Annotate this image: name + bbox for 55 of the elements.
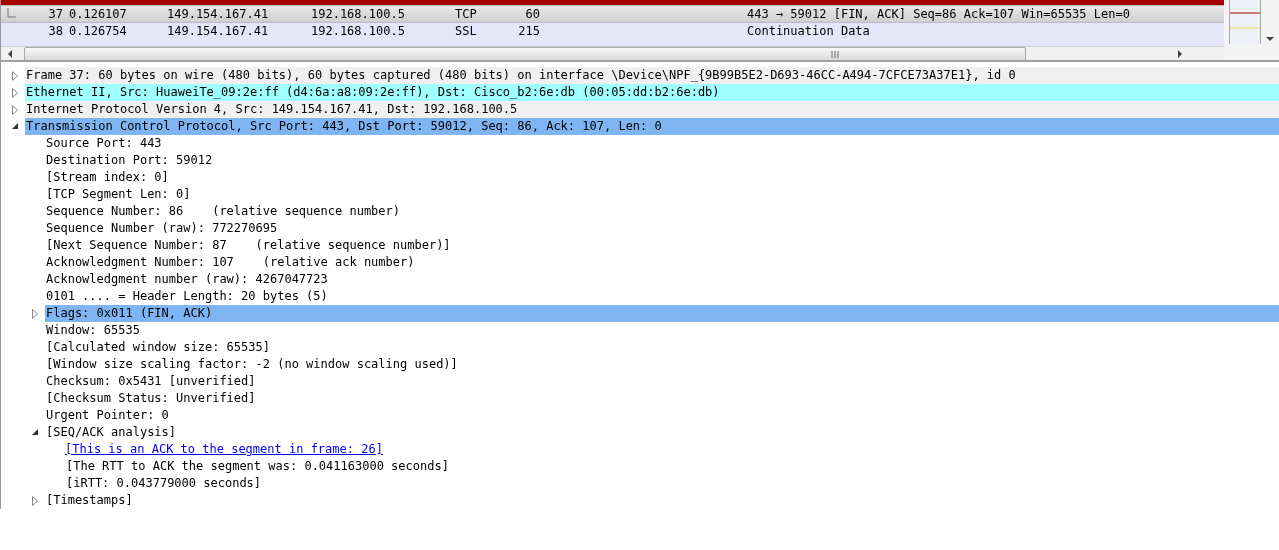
expand-triangle-icon[interactable] [32, 495, 38, 506]
detail-row[interactable]: Window: 65535 [45, 322, 1279, 339]
detail-row[interactable]: [Stream index: 0] [45, 169, 1279, 186]
scroll-left-icon[interactable] [6, 49, 14, 59]
expand-triangle-icon[interactable] [32, 308, 38, 319]
detail-row[interactable]: [Calculated window size: 65535] [45, 339, 1279, 356]
packet-source-cell-text: 149.154.167.41 [166, 6, 270, 23]
packet-time-cell-text: 0.126754 [68, 23, 128, 40]
packet-length-cell-text: 60 [524, 6, 540, 23]
detail-row[interactable]: Checksum: 0x5431 [unverified] [45, 373, 1279, 390]
detail-row[interactable]: Internet Protocol Version 4, Src: 149.154.167.41, Dst: 192.168.100.5 [25, 101, 1279, 118]
packet-number-cell-text: 37 [47, 6, 63, 23]
packet-protocol-cell-text: SSL [455, 23, 478, 40]
frame-link[interactable]: [This is an ACK to the segment in frame: 26] [65, 441, 383, 458]
detail-row[interactable]: [TCP Segment Len: 0] [45, 186, 1279, 203]
packet-number-cell-text: 38 [47, 23, 63, 40]
collapse-triangle-icon[interactable] [31, 429, 39, 436]
packet-info-cell-text: Continuation Data [746, 23, 871, 40]
packet-destination-cell-text: 192.168.100.5 [310, 6, 406, 23]
detail-row[interactable]: [Next Sequence Number: 87 (relative sequence number)] [45, 237, 1279, 254]
packet-row[interactable]: 37 0.126107 149.154.167.41 192.168.100.5 TCP 60 443 → 59012 [FIN, ACK] Seq=86 Ack=107 Win=65535 Len=0 [1, 5, 1224, 23]
packet-destination-cell-text: 192.168.100.5 [310, 23, 406, 40]
expand-triangle-icon[interactable] [12, 70, 18, 81]
detail-row[interactable]: [SEQ/ACK analysis] [45, 424, 1279, 441]
packet-length-cell-text: 215 [517, 23, 540, 40]
detail-row[interactable]: Frame 37: 60 bytes on wire (480 bits), 60 bytes captured (480 bits) on interface \Device\NPF_{9B99B5E2-D693-46CC-A494-7CFCE73A37E1}, id 0 [25, 67, 1279, 84]
detail-row[interactable]: Sequence Number (raw): 772270695 [45, 220, 1279, 237]
packet-time-cell-text: 0.126107 [68, 6, 128, 23]
packet-source-cell-text: 149.154.167.41 [166, 23, 270, 40]
expand-triangle-icon[interactable] [12, 87, 18, 98]
detail-row[interactable]: [iRTT: 0.043779000 seconds] [65, 475, 1279, 492]
expand-triangle-icon[interactable] [12, 104, 18, 115]
detail-row[interactable]: Flags: 0x011 (FIN, ACK) [45, 305, 1279, 322]
packet-row[interactable]: 38 0.126754 149.154.167.41 192.168.100.5 SSL 215 Continuation Data [1, 23, 1224, 40]
detail-row[interactable]: Acknowledgment Number: 107 (relative ack number) [45, 254, 1279, 271]
detail-row[interactable]: Destination Port: 59012 [45, 152, 1279, 169]
detail-row[interactable]: Urgent Pointer: 0 [45, 407, 1279, 424]
detail-row[interactable]: [Window size scaling factor: -2 (no window scaling used)] [45, 356, 1279, 373]
detail-row[interactable]: Transmission Control Protocol, Src Port: 443, Dst Port: 59012, Seq: 86, Ack: 107, Len: 0 [25, 118, 1279, 135]
scroll-down-icon[interactable] [1265, 36, 1275, 42]
detail-row[interactable]: 0101 .... = Header Length: 20 bytes (5) [45, 288, 1279, 305]
detail-row[interactable]: [Timestamps] [45, 492, 1279, 509]
grip-icon [831, 50, 839, 58]
detail-row[interactable]: Source Port: 443 [45, 135, 1279, 152]
detail-row[interactable]: Ethernet II, Src: HuaweiTe_09:2e:ff (d4:6a:a8:09:2e:ff), Dst: Cisco_b2:6e:db (00:05:dd:b2:6e:db) [25, 84, 1279, 101]
detail-row[interactable]: [Checksum Status: Unverified] [45, 390, 1279, 407]
scroll-right-icon[interactable] [1176, 49, 1184, 59]
scrollbar-thumb[interactable] [24, 47, 1026, 60]
packet-protocol-cell-text: TCP [455, 6, 478, 23]
packet-info-cell-text: 443 → 59012 [FIN, ACK] Seq=86 Ack=107 Win=65535 Len=0 [746, 6, 1131, 23]
detail-row[interactable]: [The RTT to ACK the segment was: 0.041163000 seconds] [65, 458, 1279, 475]
detail-row[interactable]: Acknowledgment number (raw): 4267047723 [45, 271, 1279, 288]
bracket-line-icon [4, 8, 16, 20]
collapse-triangle-icon[interactable] [11, 123, 19, 130]
detail-row[interactable]: Sequence Number: 86 (relative sequence number) [45, 203, 1279, 220]
